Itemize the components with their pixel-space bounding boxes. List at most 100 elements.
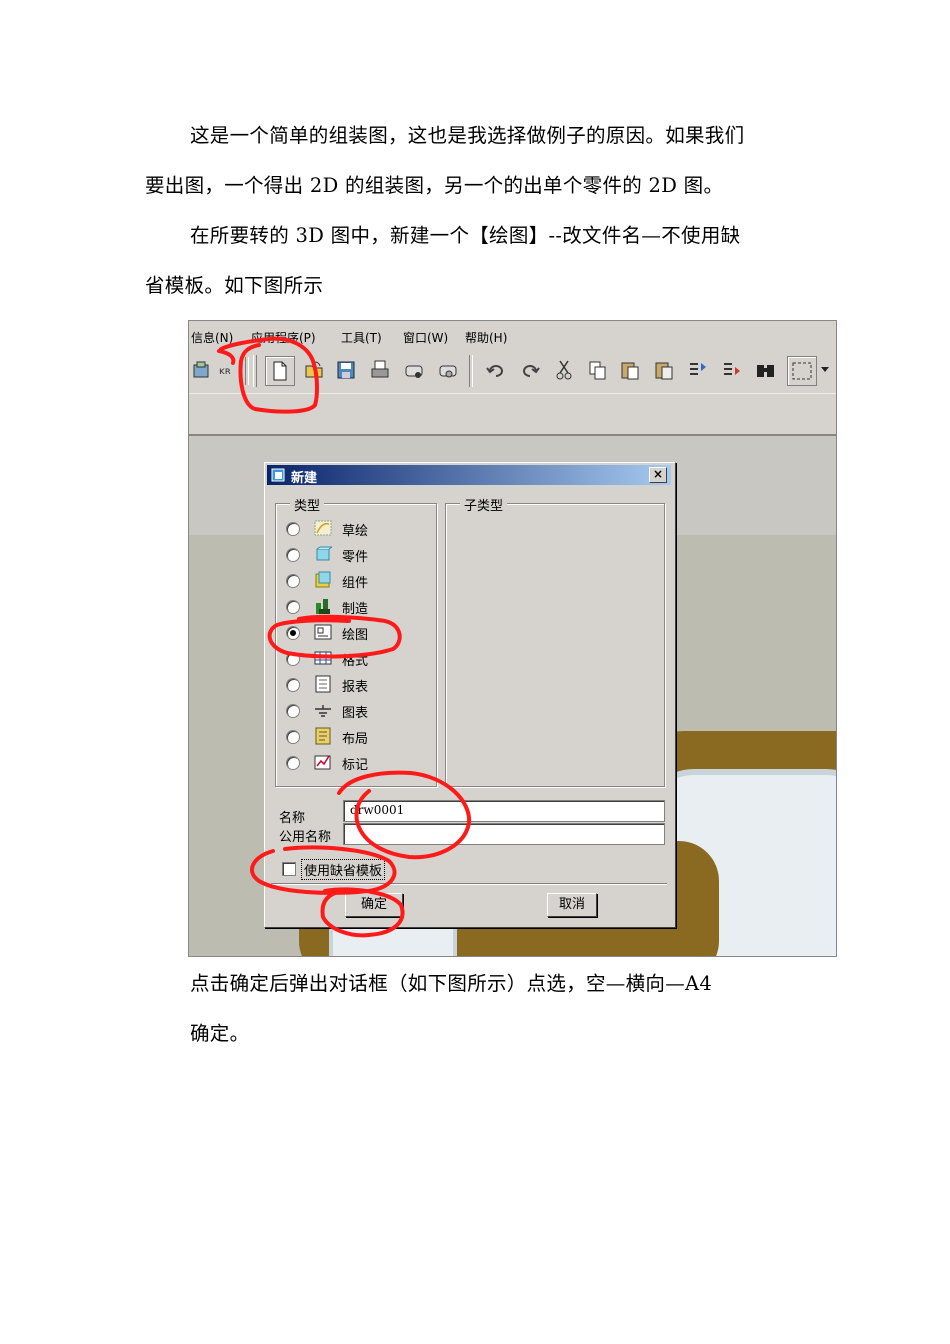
mapkey-icon[interactable]: ᴋʀ	[217, 359, 239, 381]
box-select-icon	[792, 362, 812, 380]
open-icon[interactable]	[303, 359, 325, 381]
subtype-group: 子类型	[445, 495, 665, 787]
svg-text:ᴋʀ: ᴋʀ	[219, 366, 231, 377]
para3-line1: 点击确定后弹出对话框（如下图所示）点选，空—横向—A4	[190, 972, 713, 995]
copy-icon[interactable]	[587, 359, 609, 381]
type-option-layout[interactable]: 布局	[286, 726, 436, 748]
find-icon[interactable]	[755, 359, 777, 381]
new-button[interactable]	[265, 356, 295, 386]
part-icon	[316, 546, 332, 561]
radio-format[interactable]	[286, 652, 300, 666]
radio-diagram[interactable]	[286, 704, 300, 718]
type-label: 报表	[342, 680, 369, 695]
para1-line1: 这是一个简单的组装图，这也是我选择做例子的原因。如果我们	[190, 124, 745, 147]
name-input[interactable]: drw0001	[343, 800, 665, 822]
name-label: 名称	[279, 811, 306, 826]
radio-sketch[interactable]	[286, 522, 300, 536]
menu-applications[interactable]: 应用程序(P)	[251, 329, 316, 346]
toolbar-separator-2	[469, 355, 473, 387]
type-label: 绘图	[342, 628, 369, 643]
radio-drawing[interactable]	[286, 626, 300, 640]
markup-icon	[314, 755, 331, 770]
type-label: 格式	[342, 654, 369, 669]
app-icon	[271, 468, 285, 482]
type-label: 草绘	[342, 524, 369, 539]
assembly-icon	[315, 571, 331, 588]
type-option-diagram[interactable]: 图表	[286, 700, 436, 722]
radio-layout[interactable]	[286, 730, 300, 744]
cancel-button[interactable]: 取消	[547, 893, 597, 917]
ok-button[interactable]: 确定	[345, 893, 403, 917]
cut-icon[interactable]	[553, 359, 575, 381]
subtype-group-label: 子类型	[460, 495, 508, 514]
type-label: 零件	[342, 550, 369, 565]
type-option-manufacturing[interactable]: 制造	[286, 596, 436, 618]
type-group-label: 类型	[290, 495, 325, 514]
para2-line1: 在所要转的 3D 图中，新建一个【绘图】--改文件名—不使用缺	[190, 224, 741, 247]
use-default-template-checkbox[interactable]	[282, 862, 296, 876]
sketch-icon	[314, 520, 332, 536]
paste-icon[interactable]	[619, 359, 641, 381]
drawing-icon	[314, 624, 332, 640]
radio-manufacturing[interactable]	[286, 600, 300, 614]
radio-part[interactable]	[286, 548, 300, 562]
para1-line2: 要出图，一个得出 2D 的组装图，另一个的出单个零件的 2D 图。	[145, 174, 724, 197]
type-option-sketch[interactable]: 草绘	[286, 518, 436, 540]
menu-info[interactable]: 信息(N)	[191, 329, 233, 346]
close-icon: ×	[652, 467, 664, 481]
type-option-markup[interactable]: 标记	[286, 752, 436, 774]
main-toolbar: ᴋʀ	[189, 351, 836, 393]
secondary-toolbar	[189, 393, 836, 436]
type-label: 组件	[342, 576, 369, 591]
toolbar-separator	[245, 357, 249, 385]
reroute-icon[interactable]	[721, 359, 743, 381]
send-link-icon[interactable]	[437, 359, 459, 381]
type-label: 图表	[342, 706, 369, 721]
menu-help[interactable]: 帮助(H)	[465, 329, 507, 346]
type-option-format[interactable]: 格式	[286, 648, 436, 670]
radio-markup[interactable]	[286, 756, 300, 770]
radio-report[interactable]	[286, 678, 300, 692]
new-file-icon	[273, 361, 287, 381]
menu-window[interactable]: 窗口(W)	[403, 329, 448, 346]
redo-icon[interactable]	[519, 359, 541, 381]
type-label: 标记	[342, 758, 369, 773]
diagram-icon	[315, 705, 331, 717]
menu-bar: 信息(N) 应用程序(P) 工具(T) 窗口(W) 帮助(H)	[189, 321, 836, 351]
chevron-down-icon[interactable]	[821, 367, 829, 373]
dialog-title: 新建	[291, 471, 318, 486]
dialog-separator	[271, 883, 667, 885]
format-icon	[314, 651, 332, 665]
common-name-label: 公用名称	[279, 830, 332, 845]
undo-icon[interactable]	[485, 359, 507, 381]
menu-tools[interactable]: 工具(T)	[341, 329, 382, 346]
redefine-icon[interactable]	[687, 359, 709, 381]
type-option-part[interactable]: 零件	[286, 544, 436, 566]
name-value: drw0001	[350, 803, 405, 817]
manufacturing-icon	[316, 599, 330, 614]
paste-special-icon[interactable]	[653, 359, 675, 381]
type-option-report[interactable]: 报表	[286, 674, 436, 696]
radio-assembly[interactable]	[286, 574, 300, 588]
toolbar-grip	[253, 355, 257, 387]
use-default-template-label[interactable]: 使用缺省模板	[301, 859, 386, 880]
report-icon	[315, 675, 331, 693]
selection-box-button[interactable]	[787, 356, 817, 386]
print-icon[interactable]	[369, 359, 391, 381]
type-group: 类型 草绘 零件 组件 制造 绘图 格式 报表 图表 布局 标记	[275, 495, 437, 787]
para2-line2: 省模板。如下图所示	[145, 274, 324, 297]
type-label: 布局	[342, 732, 369, 747]
type-label: 制造	[342, 602, 369, 617]
regenerate-icon[interactable]	[191, 359, 213, 381]
para3-line2: 确定。	[190, 1022, 250, 1045]
type-option-assembly[interactable]: 组件	[286, 570, 436, 592]
type-option-drawing[interactable]: 绘图	[286, 622, 436, 644]
dialog-titlebar[interactable]: 新建 ×	[267, 465, 671, 486]
layout-icon	[315, 727, 331, 745]
save-icon[interactable]	[335, 359, 357, 381]
common-name-input[interactable]	[343, 823, 665, 845]
new-dialog: 新建 × 类型 草绘 零件 组件 制造 绘图 格式 报表 图表 布局 标记 子类…	[264, 462, 676, 928]
send-mail-icon[interactable]	[403, 359, 425, 381]
close-button[interactable]: ×	[649, 467, 667, 483]
embedded-screenshot: 信息(N) 应用程序(P) 工具(T) 窗口(W) 帮助(H) ᴋʀ 新建 × …	[188, 320, 837, 957]
